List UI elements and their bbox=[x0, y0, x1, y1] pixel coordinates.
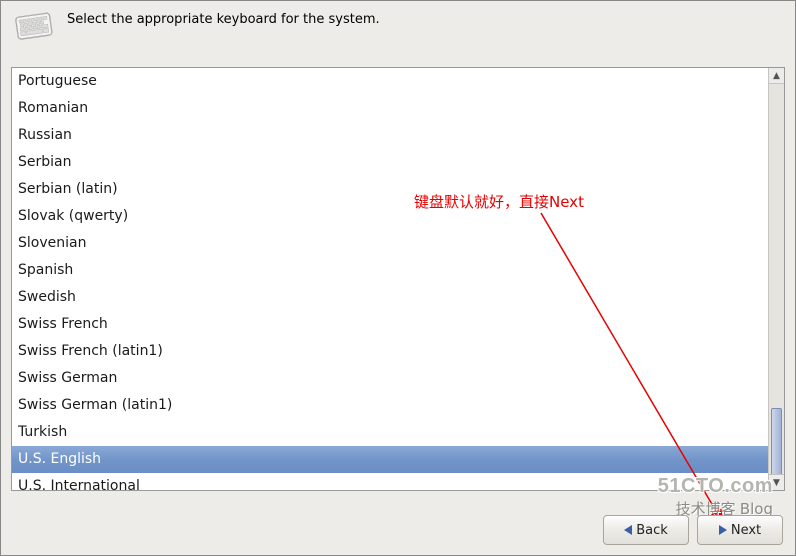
arrow-left-icon bbox=[624, 525, 632, 535]
keyboard-icon bbox=[15, 9, 55, 45]
instruction-text: Select the appropriate keyboard for the … bbox=[67, 9, 380, 29]
list-item[interactable]: Portuguese bbox=[12, 68, 768, 95]
list-item[interactable]: Russian bbox=[12, 122, 768, 149]
scroll-down-arrow[interactable]: ▼ bbox=[769, 474, 784, 490]
list-item[interactable]: Swiss French bbox=[12, 311, 768, 338]
list-item[interactable]: U.S. English bbox=[12, 446, 768, 473]
back-button[interactable]: Back bbox=[603, 515, 689, 545]
list-item[interactable]: Swiss German (latin1) bbox=[12, 392, 768, 419]
list-item[interactable]: Serbian bbox=[12, 149, 768, 176]
list-item[interactable]: Swiss German bbox=[12, 365, 768, 392]
keyboard-list[interactable]: PortugueseRomanianRussianSerbianSerbian … bbox=[11, 67, 785, 491]
list-item[interactable]: Serbian (latin) bbox=[12, 176, 768, 203]
header: Select the appropriate keyboard for the … bbox=[1, 1, 795, 61]
list-item[interactable]: Romanian bbox=[12, 95, 768, 122]
next-button-label: Next bbox=[731, 523, 761, 538]
scrollbar[interactable]: ▲ ▼ bbox=[768, 68, 784, 490]
list-item[interactable]: Spanish bbox=[12, 257, 768, 284]
button-bar: Back Next bbox=[603, 515, 783, 545]
scroll-up-arrow[interactable]: ▲ bbox=[769, 68, 784, 84]
back-button-label: Back bbox=[636, 523, 668, 538]
list-item[interactable]: Swedish bbox=[12, 284, 768, 311]
list-item[interactable]: Slovak (qwerty) bbox=[12, 203, 768, 230]
arrow-right-icon bbox=[719, 525, 727, 535]
list-item[interactable]: Slovenian bbox=[12, 230, 768, 257]
scroll-thumb[interactable] bbox=[771, 408, 782, 478]
list-item[interactable]: Turkish bbox=[12, 419, 768, 446]
list-item[interactable]: U.S. International bbox=[12, 473, 768, 490]
next-button[interactable]: Next bbox=[697, 515, 783, 545]
list-item[interactable]: Swiss French (latin1) bbox=[12, 338, 768, 365]
